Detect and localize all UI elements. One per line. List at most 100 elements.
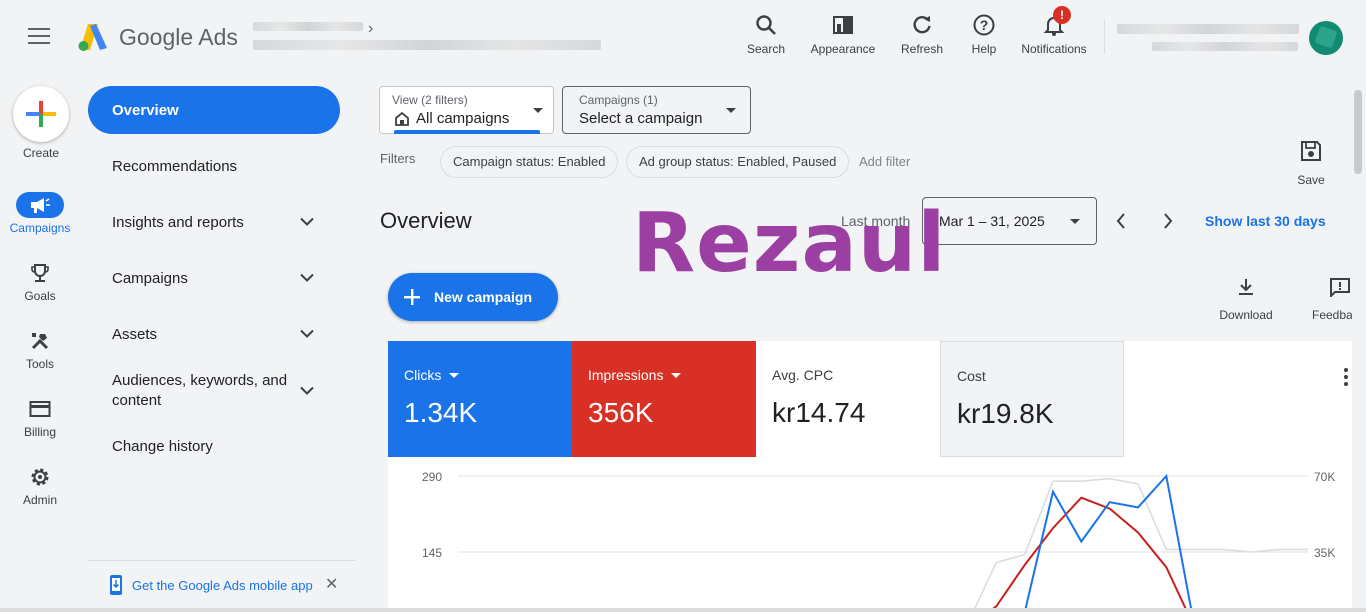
campaign-selector[interactable]: Campaigns (1) Select a campaign xyxy=(562,86,751,134)
series-line-clicks xyxy=(1022,473,1193,612)
series-line-impressions xyxy=(987,496,1189,612)
create-label: Create xyxy=(22,146,60,160)
chevron-down-icon xyxy=(300,217,314,226)
phone-icon xyxy=(110,575,122,595)
page-bottom-edge xyxy=(0,608,1366,612)
previous-period-button[interactable] xyxy=(1109,209,1133,233)
more-options-icon[interactable] xyxy=(1344,368,1350,389)
nav-item-change-history[interactable]: Change history xyxy=(88,434,340,458)
credit-card-icon xyxy=(0,396,80,422)
nav-item-label: Audiences, keywords, and content xyxy=(112,372,288,409)
date-range-picker[interactable]: Mar 1 – 31, 2025 xyxy=(922,197,1097,245)
page-title: Overview xyxy=(380,208,472,233)
nav-item-recommendations[interactable]: Recommendations xyxy=(88,154,340,178)
filter-chip-campaign-status[interactable]: Campaign status: Enabled xyxy=(440,146,619,178)
menu-icon[interactable] xyxy=(28,28,50,46)
rail-label: Billing xyxy=(23,425,56,439)
metric-clicks[interactable]: Clicks 1.34K xyxy=(388,341,572,457)
close-icon[interactable]: ✕ xyxy=(325,574,338,594)
metric-impressions[interactable]: Impressions 356K xyxy=(572,341,756,457)
date-range-value: Mar 1 – 31, 2025 xyxy=(939,213,1045,229)
customer-name-redacted[interactable] xyxy=(1117,24,1299,34)
rail-item-campaigns[interactable]: Campaigns xyxy=(0,192,80,235)
metric-cost[interactable]: Cost kr19.8K xyxy=(940,341,1124,457)
appearance-icon xyxy=(806,12,880,38)
plus-icon xyxy=(404,289,420,305)
caret-down-icon xyxy=(533,108,543,113)
account-name-redacted[interactable] xyxy=(253,40,601,50)
create-button[interactable] xyxy=(13,86,69,142)
notifications-label: Notifications xyxy=(1021,42,1087,56)
watermark-text: Rezaul xyxy=(632,196,947,291)
feedback-button[interactable]: Feedback xyxy=(1312,277,1352,322)
show-last-30-days-link[interactable]: Show last 30 days xyxy=(1205,213,1326,229)
scrollbar[interactable] xyxy=(1354,90,1362,174)
mobile-app-link[interactable]: Get the Google Ads mobile app xyxy=(108,574,313,596)
rail-item-billing[interactable]: Billing xyxy=(0,396,80,439)
help-icon: ? xyxy=(966,12,1002,38)
search-button[interactable]: Search xyxy=(743,12,789,56)
megaphone-icon xyxy=(16,192,64,218)
nav-item-audiences[interactable]: Audiences, keywords, and content xyxy=(88,370,340,412)
rail-item-goals[interactable]: Goals xyxy=(0,260,80,303)
refresh-label: Refresh xyxy=(900,42,944,56)
metric-value: kr19.8K xyxy=(957,398,1054,429)
nav-divider xyxy=(88,560,356,561)
chevron-left-icon xyxy=(1116,213,1125,229)
new-campaign-button[interactable]: New campaign xyxy=(388,273,558,321)
caret-down-icon xyxy=(1070,219,1080,224)
avatar[interactable] xyxy=(1309,21,1343,55)
nav-item-label: Overview xyxy=(112,101,179,119)
account-breadcrumb-redacted[interactable] xyxy=(253,22,363,31)
google-ads-logo xyxy=(78,24,107,51)
search-icon xyxy=(743,12,789,38)
notifications-button[interactable]: ! Notifications xyxy=(1015,6,1093,56)
nav-item-assets[interactable]: Assets xyxy=(88,322,340,346)
save-button[interactable]: Save xyxy=(1290,140,1332,187)
campaign-selector-label: Campaigns (1) xyxy=(579,93,658,107)
filters-label: Filters xyxy=(380,151,416,166)
save-icon xyxy=(1301,141,1321,161)
series-line-cost xyxy=(972,477,1308,612)
performance-chart: 290 145 70K 35K xyxy=(422,470,1335,612)
download-button[interactable]: Download xyxy=(1214,277,1278,322)
nav-item-campaigns[interactable]: Campaigns xyxy=(88,266,340,290)
nav-item-label: Insights and reports xyxy=(112,213,244,231)
filter-chip-ad-group-status[interactable]: Ad group status: Enabled, Paused xyxy=(626,146,850,178)
view-selector-value: All campaigns xyxy=(416,110,510,127)
chevron-down-icon xyxy=(300,329,314,338)
trophy-icon xyxy=(0,260,80,286)
y-right-tick: 35K xyxy=(1314,546,1335,560)
metric-name: Clicks xyxy=(404,367,460,383)
brand-title: Google Ads xyxy=(119,24,238,50)
new-campaign-label: New campaign xyxy=(434,289,533,305)
bell-icon: ! xyxy=(1015,6,1093,38)
download-label: Download xyxy=(1219,308,1273,322)
refresh-button[interactable]: Refresh xyxy=(898,12,946,56)
nav-item-label: Recommendations xyxy=(112,157,238,175)
metric-value: kr14.74 xyxy=(772,397,866,428)
search-label: Search xyxy=(746,42,786,56)
customer-email-redacted[interactable] xyxy=(1152,42,1298,51)
nav-item-insights-and-reports[interactable]: Insights and reports xyxy=(88,210,340,234)
appearance-button[interactable]: Appearance xyxy=(806,12,880,56)
metric-avg-cpc[interactable]: Avg. CPC kr14.74 xyxy=(756,341,940,457)
rail-item-tools[interactable]: Tools xyxy=(0,328,80,371)
svg-text:?: ? xyxy=(980,17,989,33)
add-filter-button[interactable]: Add filter xyxy=(859,154,910,169)
rail-label: Goals xyxy=(24,289,56,303)
metric-value: 1.34K xyxy=(404,397,478,428)
view-selector[interactable]: View (2 filters) All campaigns xyxy=(379,86,554,134)
gear-icon xyxy=(0,464,80,490)
appearance-label: Appearance xyxy=(810,42,876,56)
rail-item-admin[interactable]: Admin xyxy=(0,464,80,507)
next-period-button[interactable] xyxy=(1156,209,1180,233)
save-label: Save xyxy=(1297,173,1325,187)
nav-item-overview[interactable]: Overview xyxy=(88,86,340,134)
y-left-tick: 290 xyxy=(422,470,442,484)
top-bar: Google Ads › Search Appearance Refresh ?… xyxy=(0,0,1366,76)
help-button[interactable]: ? Help xyxy=(966,12,1002,56)
refresh-icon xyxy=(898,12,946,38)
performance-card: Clicks 1.34K Impressions 356K Avg. CPC k… xyxy=(388,341,1352,612)
feedback-icon xyxy=(1312,277,1352,302)
